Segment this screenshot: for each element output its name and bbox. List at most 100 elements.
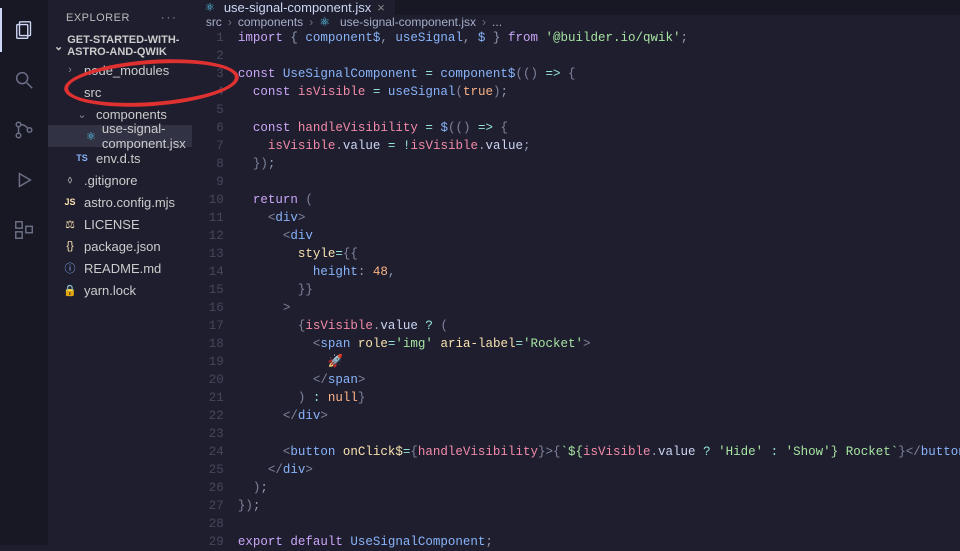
breadcrumb-segment[interactable]: ... [492, 15, 502, 29]
code-line[interactable]: 🚀 [238, 353, 960, 371]
tree-item-label: components [96, 107, 167, 122]
code-line[interactable]: import { component$, useSignal, $ } from… [238, 29, 960, 47]
breadcrumb-segment[interactable]: use-signal-component.jsx [340, 15, 476, 29]
tree-item-label: use-signal-component.jsx [102, 121, 192, 151]
activity-bar [0, 0, 48, 545]
file-LICENSE[interactable]: ⚖ LICENSE [48, 213, 192, 235]
license-icon: ⚖ [62, 218, 78, 231]
chevron-right-icon: › [228, 15, 232, 29]
project-name: GET-STARTED-WITH-ASTRO-AND-QWIK [67, 34, 192, 58]
project-header[interactable]: ⌄ GET-STARTED-WITH-ASTRO-AND-QWIK [48, 35, 192, 57]
code-line[interactable]: {isVisible.value ? ( [238, 317, 960, 335]
tree-item-label: node_modules [84, 63, 169, 78]
code-line[interactable]: > [238, 299, 960, 317]
file-.gitignore[interactable]: ⬨.gitignore [48, 169, 192, 191]
line-number: 27 [192, 497, 224, 515]
breadcrumbs[interactable]: src › components › ⚛ use-signal-component.jsx… [192, 15, 960, 29]
source-control-icon[interactable] [0, 108, 48, 152]
code-line[interactable]: ) : null} [238, 389, 960, 407]
code-line[interactable]: }); [238, 497, 960, 515]
line-number: 3 [192, 65, 224, 83]
line-number: 5 [192, 101, 224, 119]
chevron-down-icon: ⌄ [62, 86, 78, 99]
line-number: 8 [192, 155, 224, 173]
line-number: 28 [192, 515, 224, 533]
line-number-gutter: 1234567891011121314151617181920212223242… [192, 29, 238, 551]
chevron-down-icon: ⌄ [74, 108, 90, 121]
line-number: 12 [192, 227, 224, 245]
file-astro.config.mjs[interactable]: JSastro.config.mjs [48, 191, 192, 213]
code-line[interactable] [238, 425, 960, 443]
breadcrumb-segment[interactable]: components [238, 15, 303, 29]
file-yarn.lock[interactable]: 🔒yarn.lock [48, 279, 192, 301]
editor-area: ⚛ use-signal-component.jsx × src › compone… [192, 0, 960, 545]
debug-icon[interactable] [0, 158, 48, 202]
code-line[interactable]: <div [238, 227, 960, 245]
file-package.json[interactable]: {}package.json [48, 235, 192, 257]
tree-item-label: astro.config.mjs [84, 195, 175, 210]
search-icon[interactable] [0, 58, 48, 102]
react-icon: ⚛ [202, 1, 218, 14]
explorer-icon[interactable] [0, 8, 48, 52]
code-line[interactable]: export default UseSignalComponent; [238, 533, 960, 551]
line-number: 7 [192, 137, 224, 155]
line-number: 23 [192, 425, 224, 443]
tree-item-label: README.md [84, 261, 161, 276]
tab-bar: ⚛ use-signal-component.jsx × [192, 0, 960, 15]
code-line[interactable]: </div> [238, 407, 960, 425]
line-number: 2 [192, 47, 224, 65]
ts-icon: TS [74, 153, 90, 163]
tab-use-signal-component[interactable]: ⚛ use-signal-component.jsx × [192, 0, 396, 15]
code-line[interactable]: isVisible.value = !isVisible.value; [238, 137, 960, 155]
lock-icon: 🔒 [62, 284, 78, 297]
code-line[interactable]: }} [238, 281, 960, 299]
code-line[interactable]: <div> [238, 209, 960, 227]
code-line[interactable] [238, 515, 960, 533]
react-icon: ⚛ [319, 15, 330, 29]
code-line[interactable]: style={{ [238, 245, 960, 263]
tree-item-label: package.json [84, 239, 161, 254]
tree-item-label: .gitignore [84, 173, 137, 188]
code-line[interactable]: ); [238, 479, 960, 497]
code-line[interactable]: </span> [238, 371, 960, 389]
line-number: 13 [192, 245, 224, 263]
line-number: 15 [192, 281, 224, 299]
chevron-right-icon: › [62, 64, 78, 76]
line-number: 11 [192, 209, 224, 227]
line-number: 21 [192, 389, 224, 407]
more-icon[interactable]: ··· [161, 12, 178, 24]
tree-item-label: LICENSE [84, 217, 140, 232]
breadcrumb-segment[interactable]: src [206, 15, 222, 29]
code-line[interactable]: <button onClick$={handleVisibility}>{`${… [238, 443, 960, 461]
code-line[interactable]: <span role='img' aria-label='Rocket'> [238, 335, 960, 353]
close-icon[interactable]: × [377, 0, 385, 15]
explorer-sidebar: EXPLORER ··· ⌄ GET-STARTED-WITH-ASTRO-AN… [48, 0, 192, 545]
file-README.md[interactable]: ⓘREADME.md [48, 257, 192, 279]
line-number: 20 [192, 371, 224, 389]
code-line[interactable]: const isVisible = useSignal(true); [238, 83, 960, 101]
line-number: 17 [192, 317, 224, 335]
code-line[interactable]: const handleVisibility = $(() => { [238, 119, 960, 137]
folder-node_modules[interactable]: › node_modules [48, 59, 192, 81]
code-line[interactable]: </div> [238, 461, 960, 479]
code-line[interactable]: }); [238, 155, 960, 173]
line-number: 4 [192, 83, 224, 101]
folder-src[interactable]: ⌄src [48, 81, 192, 103]
sidebar-title: EXPLORER [66, 12, 130, 24]
chevron-right-icon: › [482, 15, 486, 29]
code-line[interactable] [238, 47, 960, 65]
chevron-right-icon: › [309, 15, 313, 29]
file-use-signal-component.jsx[interactable]: ⚛use-signal-component.jsx [48, 125, 192, 147]
file-tree: ›node_modules⌄src⌄components⚛use-signal-… [48, 57, 192, 301]
code-line[interactable] [238, 101, 960, 119]
tab-label: use-signal-component.jsx [224, 0, 371, 15]
code-line[interactable] [238, 173, 960, 191]
code-line[interactable]: height: 48, [238, 263, 960, 281]
line-number: 1 [192, 29, 224, 47]
line-number: 6 [192, 119, 224, 137]
code-line[interactable]: return ( [238, 191, 960, 209]
code-content[interactable]: import { component$, useSignal, $ } from… [238, 29, 960, 551]
code-editor[interactable]: 1234567891011121314151617181920212223242… [192, 29, 960, 551]
extensions-icon[interactable] [0, 208, 48, 252]
code-line[interactable]: const UseSignalComponent = component$(()… [238, 65, 960, 83]
